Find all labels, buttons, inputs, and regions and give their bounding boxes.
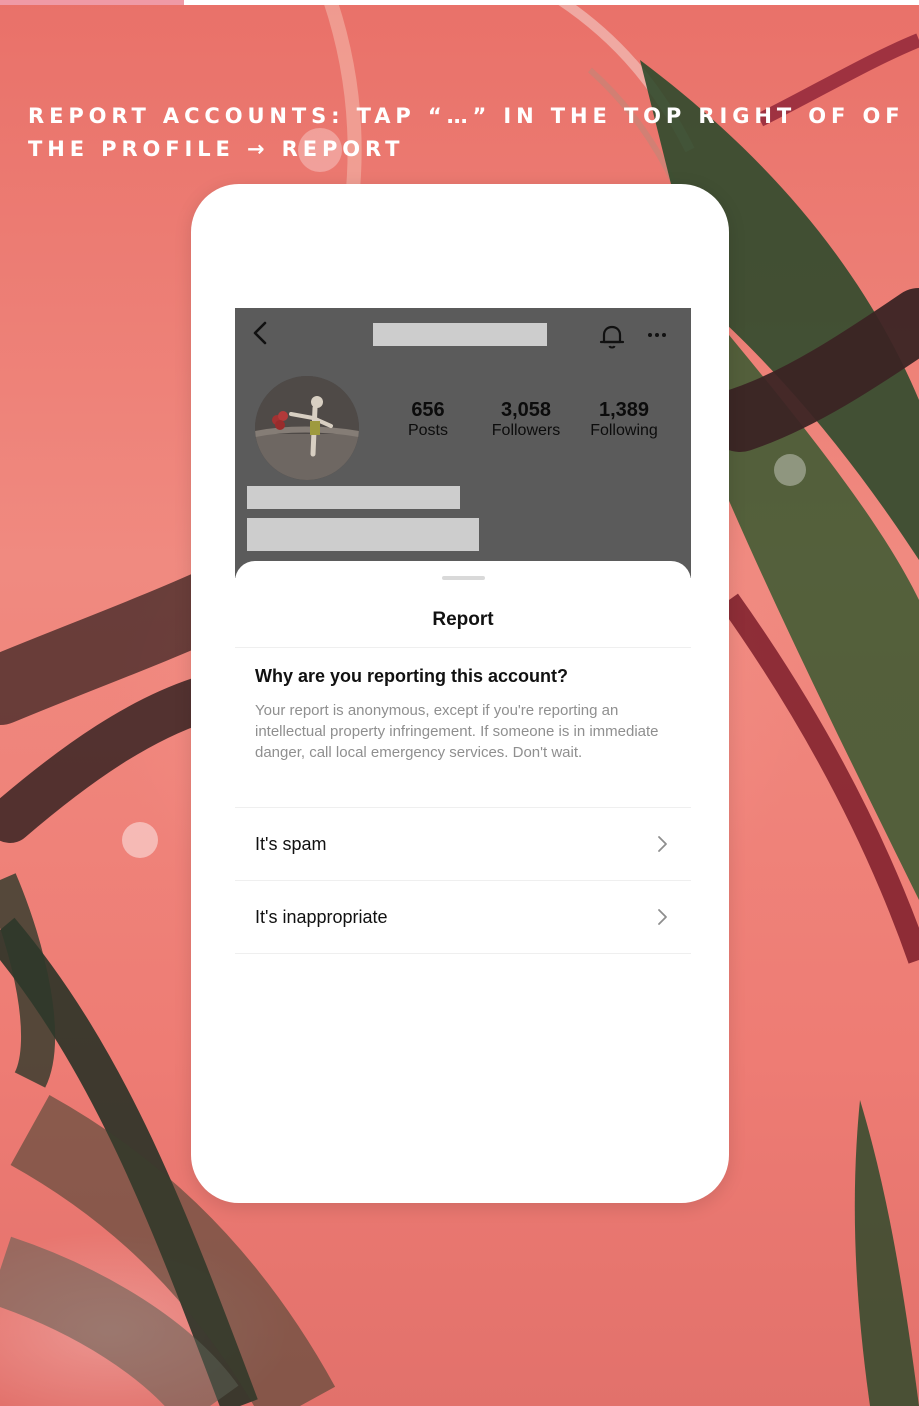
stat-following[interactable]: 1,389 Following (583, 399, 665, 441)
bell-icon[interactable] (597, 321, 627, 351)
sheet-handle[interactable] (442, 576, 485, 580)
story-progress-fill (0, 0, 184, 5)
sheet-title: Report (432, 609, 494, 630)
redacted-name (247, 486, 460, 509)
report-question: Why are you reporting this account? (255, 666, 569, 686)
chevron-right-icon (658, 836, 667, 852)
divider (235, 647, 691, 648)
stat-following-label: Following (590, 422, 658, 439)
stat-posts[interactable]: 656 Posts (401, 399, 455, 441)
back-icon[interactable] (251, 320, 271, 346)
report-note: Your report is anonymous, except if you'… (255, 702, 659, 761)
stat-followers-value: 3,058 (500, 399, 552, 421)
chevron-right-icon (658, 909, 667, 925)
report-sheet: Report Why are you reporting this accoun… (235, 561, 691, 954)
story-caption: REPORT ACCOUNTS: TAP “…” IN THE TOP RIGH… (28, 104, 905, 161)
phone-screen: 656 Posts 3,058 Followers 1,389 Followin… (235, 308, 691, 954)
stat-posts-label: Posts (407, 422, 448, 439)
stat-followers[interactable]: 3,058 Followers (485, 399, 567, 441)
story-progress-track (0, 0, 919, 5)
stat-posts-value: 656 (411, 399, 445, 421)
profile-header: 656 Posts 3,058 Followers 1,389 Followin… (235, 308, 691, 578)
stat-following-value: 1,389 (598, 399, 650, 421)
avatar[interactable] (255, 376, 359, 480)
stat-followers-label: Followers (491, 422, 561, 439)
option-inappropriate-label: It's inappropriate (255, 906, 388, 927)
more-icon[interactable] (645, 322, 669, 346)
redacted-username (373, 323, 547, 346)
avatar-photo (255, 376, 359, 480)
option-spam-label: It's spam (255, 833, 327, 854)
option-inappropriate[interactable]: It's inappropriate (235, 881, 691, 953)
divider (235, 953, 691, 954)
option-spam[interactable]: It's spam (235, 808, 691, 880)
redacted-bio (247, 518, 479, 551)
